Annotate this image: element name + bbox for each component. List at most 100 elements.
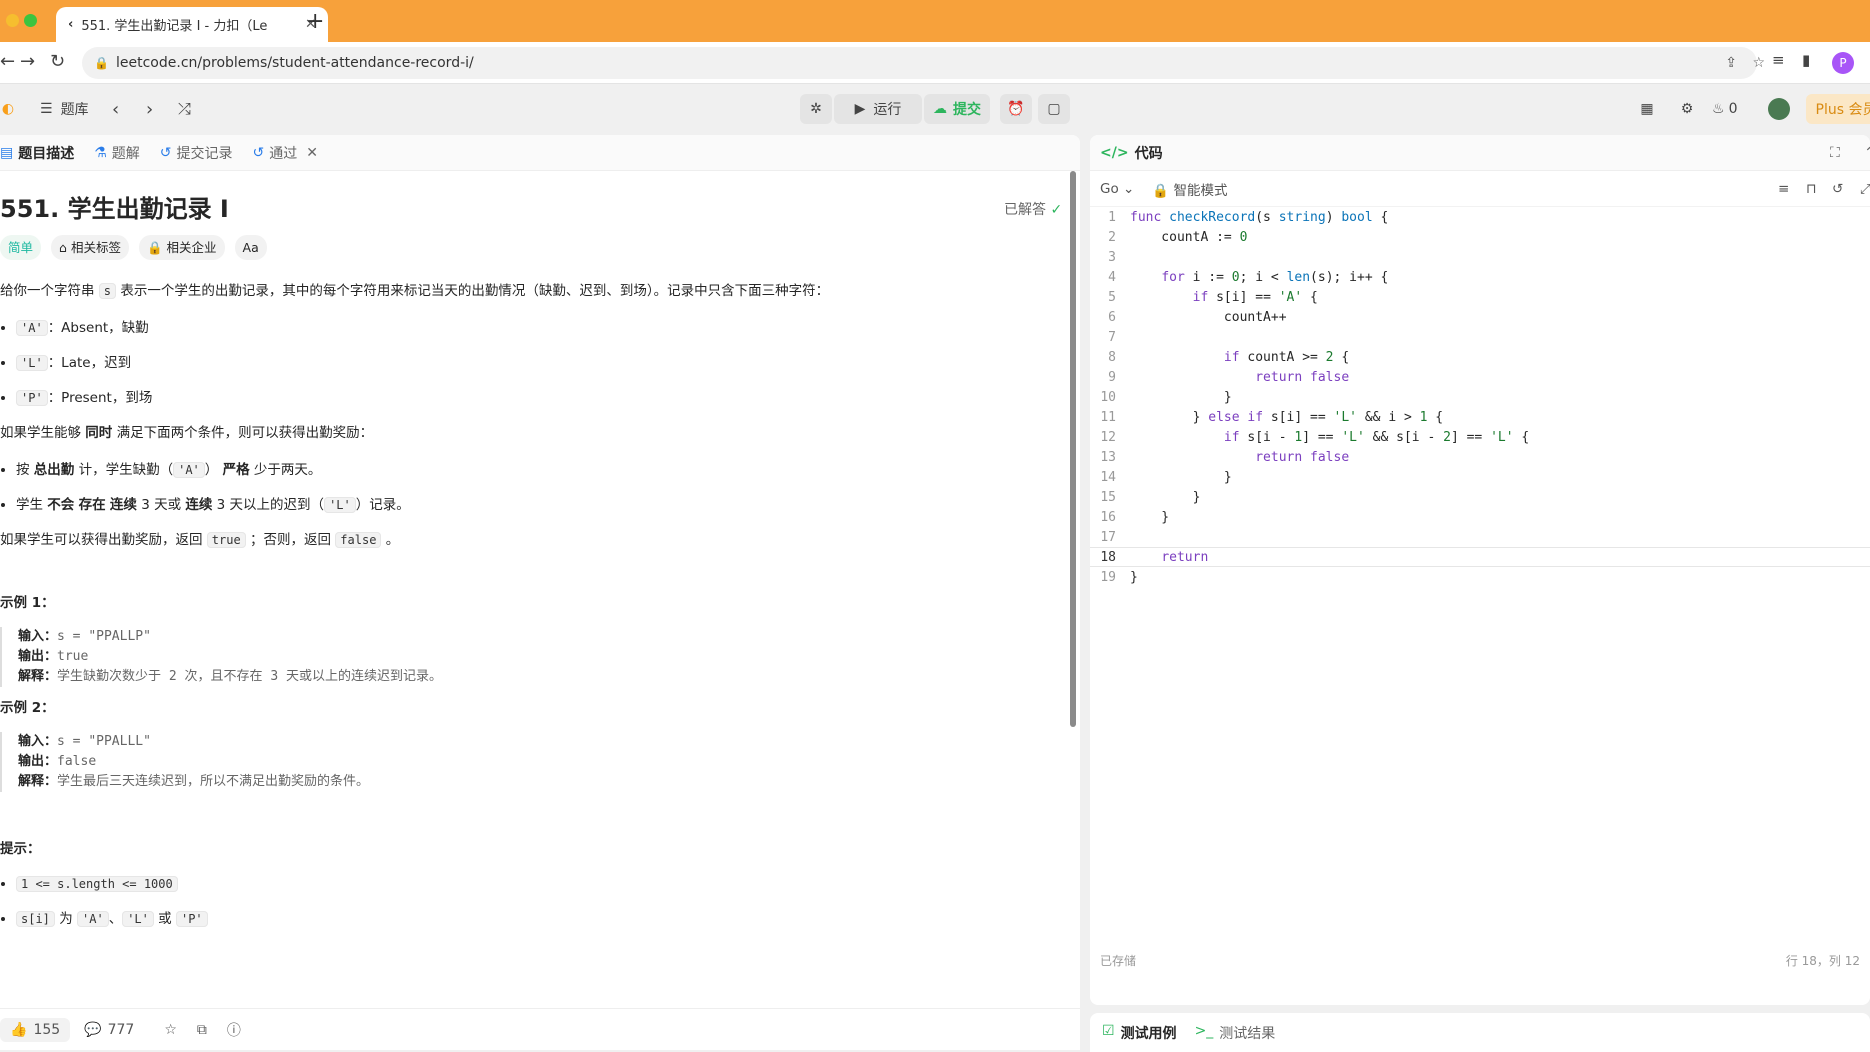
list-item: 'P'：Present，到场 bbox=[16, 387, 1080, 410]
format-icon[interactable]: ≡ bbox=[1778, 181, 1789, 197]
problem-content: 551. 学生出勤记录 I 已解答 ✓ 简单 ⌂ 相关标签 🔒 相关企业 Aa … bbox=[0, 171, 1080, 930]
tab-submissions[interactable]: ↺ 提交记录 bbox=[160, 143, 233, 163]
code-line: 19} bbox=[1100, 569, 1138, 585]
check-circle-icon: ✓ bbox=[1050, 202, 1063, 218]
example-input: 输入：s = "PPALLL" bbox=[18, 732, 1080, 752]
browser-tab[interactable]: ‹ 551. 学生出勤记录 I - 力扣（Le ✕ bbox=[56, 7, 328, 42]
tab-testcase[interactable]: ☑ 测试用例 bbox=[1102, 1023, 1177, 1043]
list-item: 'A'：Absent，缺勤 bbox=[16, 317, 1080, 340]
layout-icon[interactable]: ▦ bbox=[1636, 94, 1658, 124]
label: 解释： bbox=[18, 668, 58, 684]
star-icon[interactable]: ☆ bbox=[164, 1022, 177, 1038]
chevron-down-icon: ⌄ bbox=[1123, 180, 1135, 197]
play-icon: ▶ bbox=[854, 101, 866, 117]
page-title: 551. 学生出勤记录 I bbox=[0, 195, 229, 223]
user-avatar[interactable] bbox=[1768, 98, 1790, 120]
bold-text: 严格 bbox=[222, 461, 250, 478]
example-2-title: 示例 2： bbox=[0, 699, 55, 716]
mode-select[interactable]: 🔒 智能模式 bbox=[1152, 179, 1227, 199]
back-arrow-icon[interactable]: ← bbox=[0, 51, 15, 72]
code-line: 3 bbox=[1108, 249, 1116, 265]
code-line: 6 countA++ bbox=[1108, 309, 1287, 325]
problem-list-button[interactable]: ☰ 题库 bbox=[40, 94, 89, 124]
prev-problem-icon[interactable]: ‹ bbox=[112, 94, 119, 124]
profile-avatar[interactable]: P bbox=[1832, 52, 1854, 74]
run-button[interactable]: ▶ 运行 bbox=[834, 94, 922, 124]
code-line: 2 countA := 0 bbox=[1108, 229, 1248, 245]
debug-icon[interactable]: ✲ bbox=[800, 94, 832, 124]
media-icon[interactable]: ≡ bbox=[1772, 51, 1785, 69]
help-icon[interactable]: ⓘ bbox=[227, 1020, 241, 1040]
text: 满足下面两个条件，则可以获得出勤奖励： bbox=[116, 425, 374, 441]
list-item-text: ：Present，到场 bbox=[47, 390, 153, 407]
fire-icon: ♨ bbox=[1712, 101, 1725, 117]
address-bar: ← → ↻ 🔒 leetcode.cn/problems/student-att… bbox=[0, 42, 1870, 84]
expand-icon[interactable]: ⤢ bbox=[1860, 181, 1870, 197]
submit-button[interactable]: ☁ 提交 bbox=[924, 94, 990, 124]
streak-fire-button[interactable]: ♨ 0 bbox=[1712, 94, 1737, 124]
language-value: Go bbox=[1100, 180, 1119, 197]
bookmark-star-icon[interactable]: ☆ bbox=[1752, 55, 1765, 71]
inline-code: false bbox=[335, 531, 382, 548]
like-button[interactable]: 👍 155 bbox=[0, 1017, 71, 1042]
related-companies-label: 相关企业 bbox=[166, 240, 217, 255]
text: 3 天以上的迟到（ bbox=[216, 496, 325, 513]
comment-button[interactable]: 💬 777 bbox=[84, 1022, 134, 1038]
tab-accepted[interactable]: ↺ 通过 ✕ bbox=[253, 143, 318, 163]
new-tab-button[interactable]: + bbox=[306, 9, 324, 34]
bold-text: 同时 bbox=[85, 425, 113, 441]
list-item: 学生 不会 存在 连续 3 天或 连续 3 天以上的迟到（'L'）记录。 bbox=[16, 494, 1080, 517]
fullscreen-icon[interactable]: ⛶ bbox=[1830, 145, 1840, 161]
code-line: 1 func checkRecord(s string) bool { bbox=[1108, 209, 1389, 225]
window-minimize-button[interactable] bbox=[6, 14, 19, 27]
next-problem-icon[interactable]: › bbox=[146, 94, 153, 124]
leetcode-logo-icon[interactable]: ◐ bbox=[0, 94, 16, 124]
close-icon[interactable]: ✕ bbox=[306, 145, 318, 161]
url-field[interactable]: 🔒 leetcode.cn/problems/student-attendanc… bbox=[82, 47, 1765, 79]
text: 如果学生能够 bbox=[0, 425, 81, 441]
inline-code: 'L' bbox=[324, 496, 356, 513]
example-2-block: 输入：s = "PPALLL" 输出：false 解释：学生最后三天连续迟到，所… bbox=[0, 731, 1080, 792]
example-output: 输出：false bbox=[18, 752, 1080, 772]
tab-solutions-label: 题解 bbox=[111, 145, 140, 162]
tag-icon: ⌂ bbox=[59, 240, 67, 255]
return-paragraph: 如果学生可以获得出勤奖励，返回 true ；否则，返回 false 。 bbox=[0, 529, 1080, 552]
inline-code: 'A' bbox=[77, 910, 109, 927]
bookmark-icon[interactable]: ⊓ bbox=[1806, 181, 1817, 197]
translate-button[interactable]: Aa bbox=[234, 235, 267, 261]
reload-icon[interactable]: ↻ bbox=[50, 51, 65, 72]
reset-icon[interactable]: ↺ bbox=[1832, 181, 1843, 197]
share-link-icon[interactable]: ⧉ bbox=[197, 1022, 207, 1038]
related-tags-button[interactable]: ⌂ 相关标签 bbox=[51, 235, 129, 261]
related-companies-button[interactable]: 🔒 相关企业 bbox=[138, 235, 225, 261]
tab-description[interactable]: ▤ 题目描述 bbox=[0, 143, 74, 163]
code-line: 13 return false bbox=[1100, 449, 1350, 465]
tab-solutions[interactable]: ⚗ 题解 bbox=[94, 143, 140, 163]
comment-count: 777 bbox=[107, 1021, 135, 1038]
intro-text: 表示一个学生的出勤记录，其中的每个字符用来标记当天的出勤情况（缺勤、迟到、到场）… bbox=[120, 283, 830, 300]
shuffle-icon[interactable]: ⤮ bbox=[178, 94, 191, 124]
cursor-position: 行 18，列 12 bbox=[1785, 954, 1860, 968]
code-editor[interactable]: 1 func checkRecord(s string) bool { 2 cou… bbox=[1090, 207, 1870, 587]
collapse-icon[interactable]: ⌃ bbox=[1864, 145, 1870, 161]
terminal-icon: >_ bbox=[1194, 1022, 1214, 1039]
plus-member-button[interactable]: Plus 会员 bbox=[1806, 94, 1870, 124]
history-icon: ↺ bbox=[252, 144, 265, 161]
window-maximize-button[interactable] bbox=[24, 14, 37, 27]
scrollbar[interactable] bbox=[1070, 171, 1076, 727]
settings-gear-icon[interactable]: ⚙ bbox=[1676, 94, 1698, 124]
list-item: s[i] 为 'A'、'L' 或 'P' bbox=[16, 908, 1080, 931]
sidepanel-icon[interactable]: ▮ bbox=[1802, 51, 1810, 69]
notes-icon[interactable]: ▢ bbox=[1038, 94, 1070, 124]
share-icon[interactable]: ⇪ bbox=[1725, 55, 1737, 71]
tab-test-result[interactable]: >_ 测试结果 bbox=[1195, 1023, 1276, 1043]
alarm-icon[interactable]: ⏰ bbox=[1000, 94, 1032, 124]
forward-arrow-icon[interactable]: → bbox=[20, 51, 35, 72]
code-line: 7 bbox=[1108, 329, 1116, 345]
inline-code: 'A' bbox=[16, 320, 48, 337]
language-select[interactable]: Go ⌄ bbox=[1100, 181, 1134, 197]
description-footer: 👍 155 💬 777 ☆ ⧉ ⓘ bbox=[0, 1008, 1080, 1050]
inline-code: 'A' bbox=[173, 461, 205, 478]
list-item-text: ：Absent，缺勤 bbox=[47, 320, 149, 337]
leetcode-tab-icon: ‹ bbox=[68, 17, 74, 32]
